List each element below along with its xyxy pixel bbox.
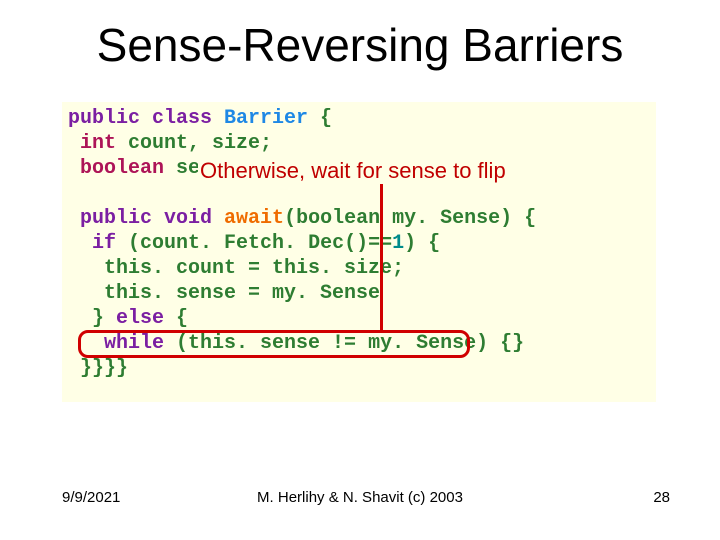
code-token: { — [164, 307, 188, 330]
code-token: this. count = this. size; — [68, 257, 404, 280]
code-token — [68, 207, 80, 230]
code-token: 1 — [392, 232, 404, 255]
callout-line — [380, 182, 383, 332]
code-token: public void — [80, 207, 224, 230]
code-token: if — [92, 232, 116, 255]
code-token — [68, 232, 92, 255]
code-token — [68, 132, 80, 155]
code-token: } — [68, 307, 116, 330]
code-token: int — [80, 132, 116, 155]
code-token: this. sense = my. Sense — [68, 282, 380, 305]
code-token: else — [116, 307, 164, 330]
code-token: (count. Fetch. Dec()== — [116, 232, 392, 255]
highlight-box — [78, 330, 470, 358]
code-token — [68, 157, 80, 180]
code-token: count, size; — [116, 132, 272, 155]
footer-page-number: 28 — [653, 489, 670, 506]
code-token: (boolean my. Sense) { — [284, 207, 536, 230]
code-token: boolean — [80, 157, 164, 180]
code-token: { — [308, 107, 332, 130]
code-token: Barrier — [224, 107, 308, 130]
code-token: ) { — [404, 232, 440, 255]
slide-title: Sense-Reversing Barriers — [0, 18, 720, 72]
code-token: public class — [68, 107, 224, 130]
slide: Sense-Reversing Barriers public class Ba… — [0, 0, 720, 540]
footer-credit: M. Herlihy & N. Shavit (c) 2003 — [0, 489, 720, 506]
annotation-text: Otherwise, wait for sense to flip — [198, 158, 508, 184]
code-token: }}}} — [68, 357, 128, 380]
code-token: await — [224, 207, 284, 230]
